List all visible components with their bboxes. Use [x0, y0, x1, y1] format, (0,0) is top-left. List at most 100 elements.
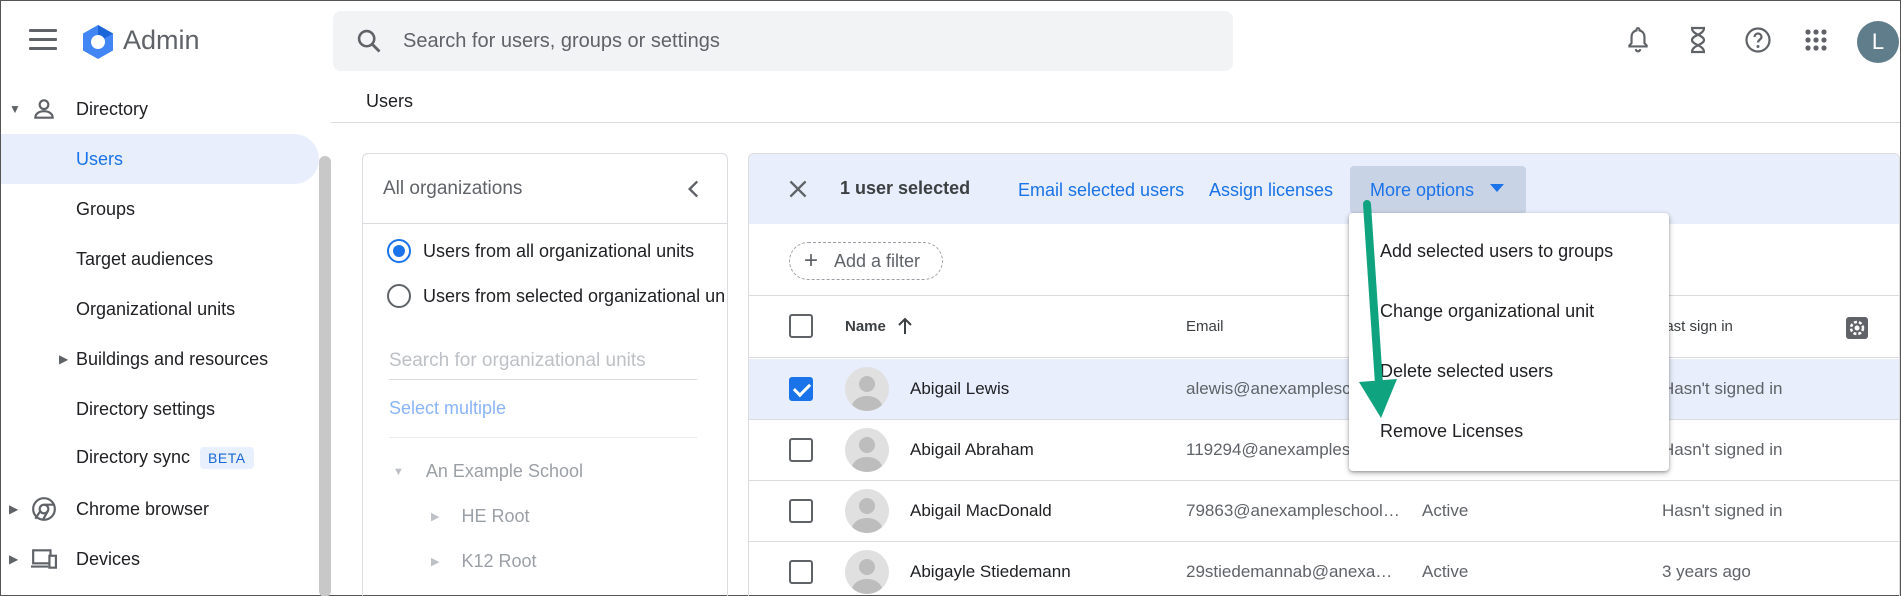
user-name[interactable]: Abigail MacDonald	[910, 501, 1052, 521]
user-email: alewis@anexamplesch	[1186, 379, 1361, 398]
selection-bar: 1 user selected Email selected users Ass…	[749, 154, 1899, 224]
sidebar-item-directory-settings[interactable]: Directory settings	[1, 384, 319, 434]
table-row[interactable]: Abigail MacDonald 79863@anexampleschool.c…	[749, 481, 1899, 542]
user-email: 79863@anexampleschool.c...	[1186, 501, 1400, 520]
radio-label: Users from all organizational units	[423, 240, 695, 261]
filter-row: + Add a filter	[749, 224, 1899, 296]
sidebar-item-buildings-and-resources[interactable]: ▶ Buildings and resources	[1, 334, 319, 384]
beta-badge: BETA	[200, 447, 254, 469]
menu-item-add-to-groups[interactable]: Add selected users to groups	[1349, 223, 1669, 279]
caret-right-icon: ▶	[59, 352, 69, 366]
org-panel-header: All organizations	[363, 154, 727, 224]
add-filter-button[interactable]: + Add a filter	[789, 242, 943, 280]
column-header-name[interactable]: Name	[845, 318, 886, 335]
sidebar-item-groups[interactable]: Groups	[1, 184, 319, 234]
tree-item-label: K12 Root	[461, 551, 537, 571]
sidebar-item-users[interactable]: Users	[1, 134, 319, 184]
close-icon[interactable]	[785, 176, 811, 202]
row-checkbox[interactable]	[789, 560, 813, 584]
select-all-checkbox[interactable]	[789, 314, 813, 338]
apps-grid-icon[interactable]	[1799, 23, 1833, 57]
tree-item-an-example-school[interactable]: ▼ An Example School	[393, 461, 583, 482]
sidebar-item-devices[interactable]: ▶ Devices	[1, 534, 319, 584]
tree-item-he-root[interactable]: ▶ HE Root	[431, 506, 530, 527]
row-checkbox[interactable]	[789, 377, 813, 401]
email-selected-users-button[interactable]: Email selected users	[1018, 180, 1184, 201]
table-row[interactable]: Abigayle Stiedemann 29stiedemannab@anexam…	[749, 542, 1899, 596]
caret-right-icon: ▶	[431, 556, 440, 568]
caret-right-icon: ▶	[9, 552, 19, 566]
plus-icon: +	[804, 247, 819, 274]
radio-button[interactable]	[387, 284, 411, 308]
divider	[389, 437, 697, 438]
account-avatar[interactable]: L	[1857, 21, 1899, 63]
menu-item-delete-users[interactable]: Delete selected users	[1349, 343, 1669, 399]
user-last-sign-in: Hasn't signed in	[1662, 379, 1783, 398]
sort-ascending-icon[interactable]	[897, 316, 913, 336]
sidebar-item-label: Users	[76, 148, 124, 169]
sidebar-item-organizational-units[interactable]: Organizational units	[1, 284, 319, 334]
radio-all-org-units[interactable]: Users from all organizational units	[387, 236, 694, 266]
help-icon[interactable]	[1741, 23, 1775, 57]
row-checkbox[interactable]	[789, 499, 813, 523]
caret-down-icon	[1490, 184, 1504, 192]
user-email: 119294@anexamplesc	[1186, 440, 1359, 459]
table-row[interactable]: Abigail Abraham 119294@anexamplesc Hasn't …	[749, 420, 1899, 481]
sidebar-item-target-audiences[interactable]: Target audiences	[1, 234, 319, 284]
sidebar-item-label: Target audiences	[76, 248, 214, 269]
row-checkbox[interactable]	[789, 438, 813, 462]
sidebar-scrollbar[interactable]	[319, 156, 331, 596]
org-search-input[interactable]	[389, 342, 697, 380]
chevron-left-icon[interactable]	[681, 176, 707, 202]
sidebar-item-label: Groups	[76, 198, 136, 219]
chrome-icon	[32, 497, 56, 521]
org-panel: All organizations Users from all organiz…	[362, 153, 728, 596]
sidebar-item-chrome-browser[interactable]: ▶ Chrome browser	[1, 484, 319, 534]
menu-item-remove-licenses[interactable]: Remove Licenses	[1349, 403, 1669, 459]
user-name[interactable]: Abigail Abraham	[910, 440, 1034, 460]
search-icon	[357, 29, 381, 53]
tree-item-label: HE Root	[461, 506, 530, 526]
menu-item-change-org-unit[interactable]: Change organizational unit	[1349, 283, 1669, 339]
assign-licenses-button[interactable]: Assign licenses	[1209, 180, 1333, 201]
sidebar-item-label: Buildings and resources	[76, 348, 269, 369]
radio-selected-org-units[interactable]: Users from selected organizational un	[387, 281, 725, 311]
selected-count: 1 user selected	[840, 178, 971, 198]
search-input[interactable]	[403, 25, 1203, 57]
breadcrumb-users[interactable]: Users	[366, 91, 413, 112]
more-options-menu: Add selected users to groups Change orga…	[1349, 213, 1669, 471]
user-email: 29stiedemannab@anexam...	[1186, 562, 1400, 581]
sidebar-item-label-wrap: Directory sync BETA	[76, 447, 254, 469]
sidebar-item-directory[interactable]: ▼ Directory	[1, 84, 319, 134]
breadcrumb: Users	[331, 81, 1900, 123]
main-menu-icon[interactable]	[29, 29, 57, 51]
select-multiple-link[interactable]: Select multiple	[389, 398, 506, 419]
sidebar-item-directory-sync[interactable]: Directory sync BETA	[1, 433, 319, 483]
user-name[interactable]: Abigayle Stiedemann	[910, 562, 1071, 582]
top-bar: Admin L	[1, 1, 1900, 81]
column-header-email[interactable]: Email	[1186, 318, 1224, 335]
gear-icon[interactable]	[1845, 316, 1869, 340]
org-panel-title: All organizations	[383, 178, 523, 199]
table-header: Name Email Last sign in	[749, 296, 1899, 358]
user-name[interactable]: Abigail Lewis	[910, 379, 1009, 399]
caret-right-icon: ▶	[9, 502, 19, 516]
user-last-sign-in: Hasn't signed in	[1662, 440, 1783, 459]
radio-button[interactable]	[387, 239, 411, 263]
hourglass-icon[interactable]	[1681, 23, 1715, 57]
avatar	[845, 550, 889, 594]
table-row[interactable]: Abigail Lewis alewis@anexamplesch Hasn't s…	[749, 359, 1899, 420]
global-search[interactable]	[333, 11, 1233, 71]
notifications-bell-icon[interactable]	[1621, 23, 1655, 57]
avatar	[845, 367, 889, 411]
radio-label: Users from selected organizational un	[423, 285, 726, 306]
tree-item-k12-root[interactable]: ▶ K12 Root	[431, 551, 537, 572]
tree-item-label: An Example School	[425, 461, 583, 481]
sidebar: ▼ Directory Users Groups Target audience…	[1, 81, 331, 596]
user-status: Active	[1422, 562, 1469, 581]
caret-down-icon: ▼	[393, 465, 404, 478]
avatar	[845, 489, 889, 533]
person-icon	[34, 99, 54, 119]
more-options-button[interactable]: More options	[1350, 166, 1526, 214]
users-panel: 1 user selected Email selected users Ass…	[748, 153, 1900, 596]
